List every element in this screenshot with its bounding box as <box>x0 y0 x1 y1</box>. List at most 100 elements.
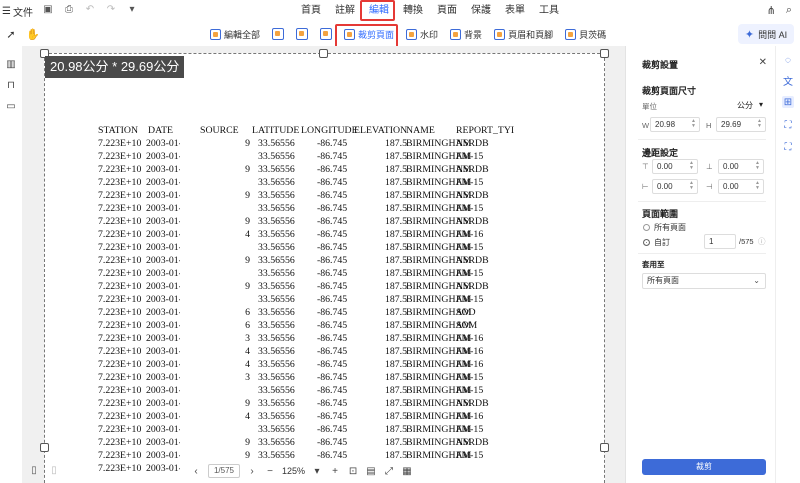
file-menu[interactable]: ☰ 文件 <box>2 4 33 19</box>
single-page-icon[interactable]: ▯ <box>28 464 40 476</box>
ask-ai-label: 問問 AI <box>758 29 788 40</box>
cell-elevation: 187.5 <box>384 138 407 149</box>
cell-station: 7.223E+10 <box>98 151 142 162</box>
stepper-icon[interactable]: ▲ ▼ <box>691 119 696 129</box>
print-icon[interactable]: ⎙ <box>63 3 75 15</box>
cell-station: 7.223E+10 <box>98 385 142 396</box>
margin-top-input[interactable]: 0.00 ▲ ▼ <box>652 159 698 174</box>
cell-report-type: SOD <box>456 307 476 318</box>
bates-button[interactable]: 貝茨碼 <box>559 28 612 41</box>
table-row: 7.223E+10 2003-01-0: 3 33.56556 -86.745 187.5… <box>98 332 538 345</box>
all-pages-radio[interactable]: 所有頁面 <box>643 222 686 233</box>
zoom-level[interactable]: 125% <box>282 466 305 476</box>
menu-protect[interactable]: 保護 <box>464 4 498 18</box>
edit-all-button[interactable]: 編輯全部 <box>204 28 266 41</box>
crop-apply-button[interactable]: 裁剪 <box>642 459 766 475</box>
watermark-button[interactable]: 水印 <box>400 28 444 41</box>
crop-handle-right[interactable] <box>600 443 609 452</box>
crop-handle-left[interactable] <box>40 443 49 452</box>
thumbnails-icon[interactable]: ▥ <box>5 58 17 70</box>
fullscreen-icon[interactable]: ⤢ <box>383 465 395 477</box>
menu-edit[interactable]: 編輯 <box>360 0 396 21</box>
info-icon[interactable]: ⓘ <box>758 236 766 247</box>
share-icon[interactable]: ⋔ <box>767 4 776 17</box>
edit-text-button[interactable] <box>266 28 290 40</box>
table-row: 7.223E+10 2003-01-0:C 33.56556 -86.745 187.5… <box>98 423 538 436</box>
menu-convert[interactable]: 轉換 <box>396 4 430 18</box>
next-page-icon[interactable]: › <box>246 465 258 477</box>
table-row: 7.223E+10 2003-01-0: 4 33.56556 -86.745 187.5… <box>98 410 538 423</box>
cell-date: 2003-01-0: <box>146 333 180 344</box>
file-menu-label: 文件 <box>12 8 33 19</box>
crop-page-button[interactable]: 裁剪頁面 <box>335 23 400 48</box>
dropdown-icon[interactable]: ▾ <box>126 3 138 15</box>
cell-date: 2003-01-0:C <box>146 203 180 214</box>
header-footer-button[interactable]: 頁眉和頁腳 <box>488 28 559 41</box>
cell-station: 7.223E+10 <box>98 424 142 435</box>
select-arrow-icon[interactable]: ➚ <box>4 27 18 41</box>
page-number-input[interactable]: 1/575 <box>208 464 240 478</box>
table-row: 7.223E+10 2003-01-0: 4 33.56556 -86.745 187.5… <box>98 228 538 241</box>
menu-page[interactable]: 頁面 <box>430 4 464 18</box>
export-icon[interactable]: ▦ <box>401 465 413 477</box>
fit-page-icon[interactable]: ⊡ <box>347 465 359 477</box>
unit-select[interactable]: 公分 ▾ <box>737 100 763 111</box>
stepper-icon[interactable]: ▲ ▼ <box>689 161 694 171</box>
cell-longitude: -86.745 <box>317 372 348 383</box>
cell-elevation: 187.5 <box>384 177 407 188</box>
cell-longitude: -86.745 <box>317 190 348 201</box>
undo-icon[interactable]: ↶ <box>84 3 96 15</box>
two-page-icon[interactable]: ▯ <box>48 464 60 476</box>
translate-icon[interactable]: 文 <box>782 74 794 88</box>
margin-bottom-input[interactable]: 0.00 ▲ ▼ <box>718 159 764 174</box>
search-icon[interactable]: ⌕ <box>786 4 792 17</box>
cell-report-type: FM-15 <box>456 203 484 214</box>
stepper-icon[interactable]: ▲ ▼ <box>755 181 760 191</box>
margin-right-input[interactable]: 0.00 ▲ ▼ <box>718 179 764 194</box>
cell-date: 2003-01-0: <box>146 307 180 318</box>
ai-assistant-icon[interactable]: ◌ <box>782 54 794 66</box>
header-latitude: LATITUDE <box>252 125 300 136</box>
menu-comment[interactable]: 註解 <box>328 4 362 18</box>
custom-page-input[interactable]: 1 <box>704 234 736 249</box>
menu-tools[interactable]: 工具 <box>532 4 566 18</box>
scan-icon[interactable]: ⛶ <box>782 119 794 131</box>
comment-icon[interactable]: ▭ <box>5 100 17 112</box>
height-input[interactable]: 29.69 ▲ ▼ <box>716 117 766 132</box>
page-view-icon[interactable]: ▤ <box>365 465 377 477</box>
table-row: 7.223E+10 2003-01-0:C 33.56556 -86.745 187.5… <box>98 176 538 189</box>
stepper-icon[interactable]: ▲ ▼ <box>755 161 760 171</box>
bookmark-icon[interactable]: ⊓ <box>5 79 17 91</box>
custom-range-radio[interactable]: 自訂 <box>643 237 670 248</box>
edit-all-label: 編輯全部 <box>224 29 261 40</box>
compare-icon[interactable]: ⛶ <box>782 141 794 153</box>
cell-station: 7.223E+10 <box>98 242 142 253</box>
zoom-dropdown-icon[interactable]: ▾ <box>311 465 323 477</box>
document-workspace[interactable]: 20.98公分 * 29.69公分 STATION DATE SOURCE LA… <box>22 46 625 483</box>
zoom-out-icon[interactable]: − <box>264 465 276 477</box>
stepper-icon[interactable]: ▲ ▼ <box>757 119 762 129</box>
margin-left-input[interactable]: 0.00 ▲ ▼ <box>652 179 698 194</box>
ask-ai-button[interactable]: ✦ 問問 AI <box>738 24 794 44</box>
crop-handle-top-right[interactable] <box>600 49 609 58</box>
cell-station: 7.223E+10 <box>98 268 142 279</box>
table-row: 7.223E+10 2003-01-0:C 33.56556 -86.745 187.5… <box>98 202 538 215</box>
crop-handle-top[interactable] <box>319 49 328 58</box>
cell-elevation: 187.5 <box>384 398 407 409</box>
save-icon[interactable]: ▣ <box>42 3 54 15</box>
close-icon[interactable]: ✕ <box>759 57 767 68</box>
background-button[interactable]: 背景 <box>444 28 488 41</box>
menu-home[interactable]: 首頁 <box>294 4 328 18</box>
stepper-icon[interactable]: ▲ ▼ <box>689 181 694 191</box>
width-input[interactable]: 20.98 ▲ ▼ <box>650 117 700 132</box>
edit-image-button[interactable] <box>290 28 314 40</box>
redo-icon[interactable]: ↷ <box>105 3 117 15</box>
crop-settings-icon[interactable]: ⊞ <box>782 96 794 108</box>
prev-page-icon[interactable]: ‹ <box>190 465 202 477</box>
cell-report-type: FM-16 <box>456 411 484 422</box>
zoom-in-icon[interactable]: + <box>329 465 341 477</box>
menu-form[interactable]: 表單 <box>498 4 532 18</box>
apply-to-select[interactable]: 所有頁面 ⌄ <box>642 273 766 289</box>
hand-icon[interactable]: ✋ <box>26 27 40 41</box>
cell-date: 2003-01-0: <box>146 450 180 461</box>
